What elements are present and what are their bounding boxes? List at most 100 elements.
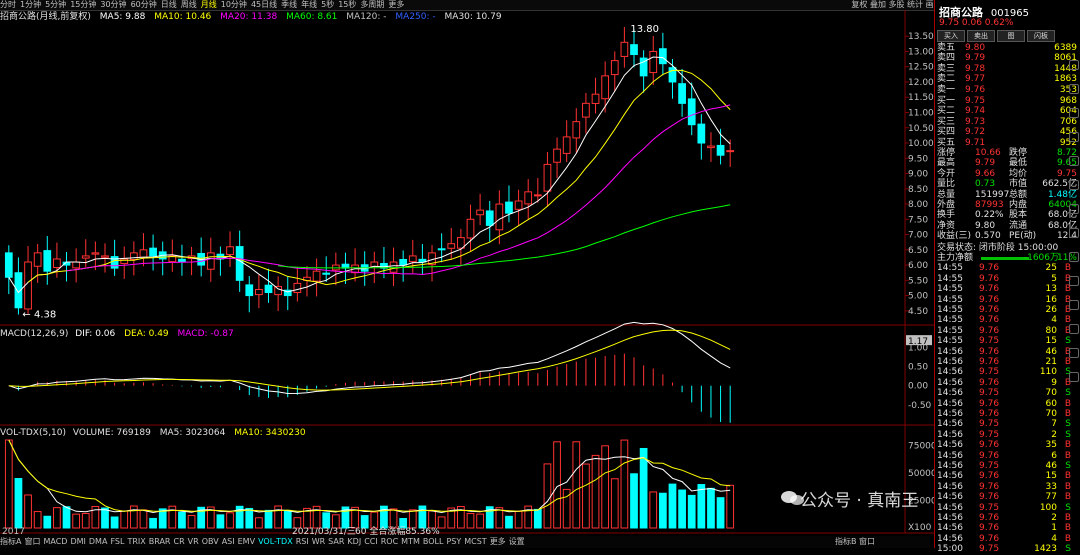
volume-bar (110, 516, 119, 529)
side-tool-icon[interactable] (1069, 276, 1079, 286)
side-tool-icon[interactable] (1069, 132, 1079, 142)
tick-row: 14:56 9.76 35 B (937, 440, 1077, 450)
tick-row: 14:56 9.76 70 B (937, 409, 1077, 419)
trade-button-2[interactable]: 图 (997, 30, 1025, 42)
indicator-tab-4[interactable]: DMA (89, 537, 108, 546)
quote-label: 最低 (1009, 158, 1028, 169)
indicator-tab-7[interactable]: BRAR (149, 537, 171, 546)
order-price: 9.72 (965, 127, 986, 138)
volume-bar (543, 463, 552, 529)
volume-bar (120, 510, 129, 529)
side-tool-icon[interactable] (1069, 108, 1079, 118)
order-label: 买四 (937, 127, 956, 138)
tick-price: 9.75 (979, 336, 1000, 347)
indicator-tab-17[interactable]: KDJ (347, 537, 361, 546)
tick-side: B (1064, 523, 1071, 534)
indicator-tab-1[interactable]: 窗口 (24, 537, 40, 546)
indicator-b-tab[interactable]: 指标B 窗口 (835, 536, 875, 548)
quote-row: 净资 9.80 流通 68.0亿 (937, 221, 1077, 231)
volume-bar (62, 506, 71, 529)
indicator-tab-12[interactable]: EMV (238, 537, 255, 546)
indicator-tab-19[interactable]: ROC (381, 537, 398, 546)
tick-row: 14:56 9.75 70 S (937, 388, 1077, 398)
side-tool-icon[interactable] (1069, 84, 1079, 94)
tick-row: 14:56 9.75 2 S (937, 430, 1077, 440)
side-tool-icon[interactable] (1069, 324, 1079, 334)
trade-button-0[interactable]: 买入 (937, 30, 965, 42)
indicator-tab-9[interactable]: VR (188, 537, 199, 546)
side-tool-icon[interactable] (1069, 252, 1079, 262)
indicator-tab-6[interactable]: TRIX (127, 537, 145, 546)
indicator-tab-25[interactable]: 设置 (509, 537, 525, 546)
side-tool-icon[interactable] (1069, 60, 1079, 70)
side-tool-icon[interactable] (1069, 348, 1079, 358)
volume-bar (216, 514, 225, 529)
indicator-tab-13[interactable]: VOL-TDX (258, 537, 293, 546)
volume-bar (678, 489, 686, 529)
side-tool-icon[interactable] (1069, 300, 1079, 310)
indicator-tabs: 指标A 窗口 MACD DMI DMA FSL TRIX BRAR CR VR OBV ASI EMV V… (0, 536, 930, 548)
side-tool-icon[interactable] (1069, 228, 1079, 238)
vol-tick: 75000 (908, 442, 934, 452)
candle-body (476, 209, 484, 216)
order-price: 9.79 (965, 53, 986, 64)
candle-body (447, 243, 456, 249)
candle-body (101, 255, 109, 258)
tick-volume: 16 (1045, 294, 1057, 305)
tick-row: 14:56 9.75 7 S (937, 419, 1077, 429)
indicator-tab-18[interactable]: CCI (364, 537, 378, 546)
tick-row: 14:56 9.75 100 S (937, 503, 1077, 513)
tick-price: 9.76 (979, 450, 1000, 461)
indicator-tab-11[interactable]: ASI (222, 537, 235, 546)
order-book-row: 卖三 9.78 1448 (937, 64, 1077, 74)
indicator-tab-23[interactable]: MCST (464, 537, 486, 546)
side-tool-icon[interactable] (1069, 156, 1079, 166)
side-tool-icon[interactable] (1069, 180, 1079, 190)
volume-bar (707, 487, 715, 529)
indicator-tab-3[interactable]: DMI (70, 537, 85, 546)
candle-body (43, 250, 52, 272)
quote-value: 9.80 (975, 220, 996, 231)
candle-body (485, 210, 494, 226)
indicator-tab-14[interactable]: RSI (296, 537, 309, 546)
indicator-tab-8[interactable]: CR (174, 537, 185, 546)
tick-price: 9.76 (979, 305, 1000, 315)
kline-chart[interactable]: 13.50 13.00 12.50 12.00 11.50 11.00 10.50 10.00… (0, 0, 934, 536)
price-tick: 12.50 (908, 63, 934, 73)
time-axis-cursor: 2021/03/31/三 (292, 527, 356, 536)
indicator-tab-15[interactable]: WR (312, 537, 325, 546)
trade-button-3[interactable]: 闪板 (1027, 30, 1055, 42)
candle-body (649, 50, 658, 74)
tick-price: 9.76 (979, 440, 1000, 451)
order-price: 9.78 (965, 63, 986, 74)
quote-label: 跌停 (1009, 148, 1028, 158)
trade-button-1[interactable]: 卖出 (967, 30, 995, 42)
indicator-tab-5[interactable]: FSL (110, 537, 124, 546)
quote-label: 收益(三) (937, 231, 972, 242)
volume-bar (33, 511, 42, 529)
quote-label: 均价 (1009, 168, 1028, 179)
indicator-tab-2[interactable]: MACD (43, 537, 67, 546)
tick-price: 9.75 (979, 544, 1000, 555)
candle-body (658, 48, 667, 65)
tick-volume: 35 (1045, 440, 1057, 451)
side-tool-icon[interactable] (1069, 204, 1079, 214)
indicator-tab-21[interactable]: BOLL (423, 537, 444, 546)
tick-volume: 9 (1051, 377, 1057, 388)
indicator-tab-16[interactable]: SAR (328, 537, 344, 546)
quote-label: 最高 (937, 158, 956, 169)
tick-side: B (1064, 481, 1071, 492)
indicator-tab-10[interactable]: OBV (202, 537, 219, 546)
tick-time: 14:56 (937, 440, 963, 451)
indicator-tab-24[interactable]: 更多 (490, 537, 506, 546)
macd-tick: 0.50 (908, 363, 928, 373)
price-tick: 8.00 (908, 200, 928, 210)
indicator-tab-0[interactable]: 指标A (0, 537, 21, 546)
volume-bar (178, 511, 186, 529)
indicator-tab-22[interactable]: PSY (446, 537, 461, 546)
order-price: 9.77 (965, 74, 986, 85)
volume-bar (639, 447, 648, 529)
indicator-tab-20[interactable]: MTM (401, 537, 420, 546)
candle-body (72, 261, 81, 269)
side-tool-icon[interactable] (1069, 372, 1079, 382)
